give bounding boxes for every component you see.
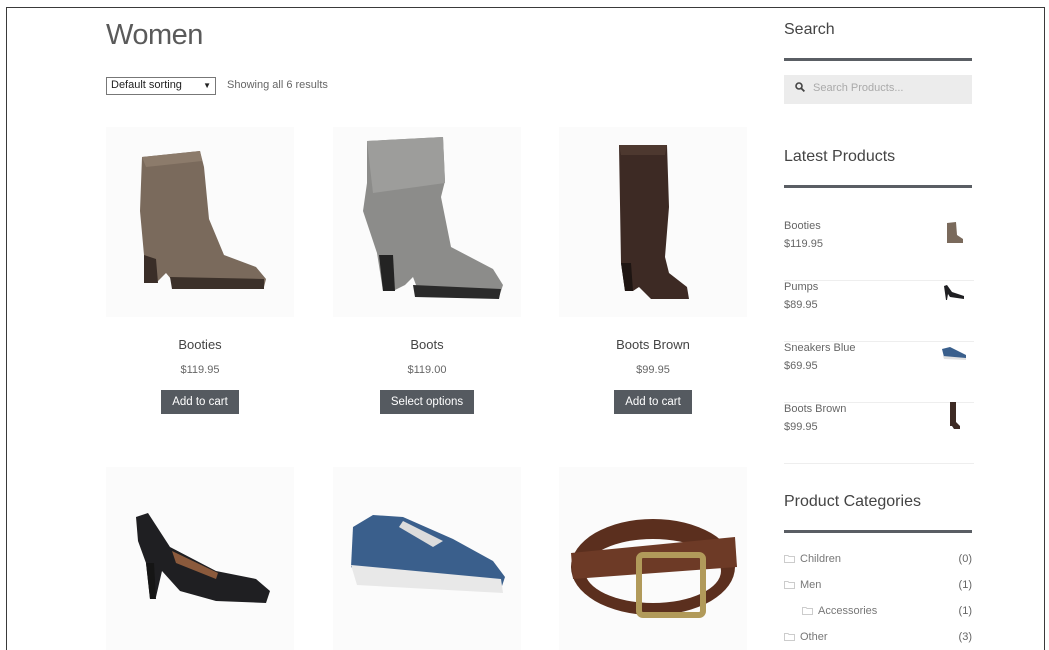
category-count: (1)	[958, 605, 972, 617]
latest-product-name[interactable]: Sneakers Blue	[784, 342, 856, 354]
sorting-select-value: Default sorting	[111, 79, 182, 91]
category-item-accessories[interactable]: Accessories (1)	[784, 605, 974, 623]
product-name[interactable]: Booties	[106, 337, 294, 352]
search-icon	[795, 82, 805, 92]
dropdown-arrow-icon: ▼	[203, 81, 211, 90]
latest-product-item[interactable]: Sneakers Blue $69.95	[784, 342, 974, 403]
search-input[interactable]: Search Products...	[784, 75, 972, 104]
latest-product-item[interactable]: Boots Brown $99.95	[784, 402, 974, 464]
product-card-booties: Booties $119.95 Add to cart	[106, 127, 294, 414]
sneaker-icon	[351, 515, 505, 593]
product-categories-title: Product Categories	[784, 493, 921, 510]
product-price: $99.95	[636, 364, 670, 376]
tall-boot-thumbnail-icon[interactable]	[938, 398, 968, 432]
product-card-boots-brown: Boots Brown $99.95 Add to cart	[559, 127, 747, 414]
select-options-button[interactable]: Select options	[379, 390, 475, 414]
category-count: (0)	[958, 553, 972, 565]
sneaker-thumbnail-icon[interactable]	[938, 337, 968, 371]
sorting-select[interactable]: Default sorting ▼	[106, 77, 216, 95]
product-price: $119.95	[180, 364, 220, 376]
belt-icon	[571, 519, 737, 618]
latest-products-rule	[784, 185, 972, 188]
category-item-men[interactable]: Men (1)	[784, 579, 974, 597]
category-count: (3)	[958, 631, 972, 643]
folder-icon	[784, 633, 795, 641]
latest-product-item[interactable]: Pumps $89.95	[784, 281, 974, 342]
category-name[interactable]: Men	[800, 579, 821, 591]
category-item-other[interactable]: Other (3)	[784, 631, 974, 649]
category-count: (1)	[958, 579, 972, 591]
product-image-pumps[interactable]	[106, 467, 294, 650]
folder-icon	[784, 555, 795, 563]
latest-product-price: $89.95	[784, 299, 818, 311]
product-price: $119.00	[407, 364, 447, 376]
category-name[interactable]: Children	[800, 553, 841, 565]
product-name[interactable]: Boots Brown	[559, 337, 747, 352]
category-name[interactable]: Other	[800, 631, 828, 643]
folder-icon	[802, 607, 813, 615]
search-widget-title: Search	[784, 21, 835, 38]
search-widget-rule	[784, 58, 972, 61]
add-to-cart-button[interactable]: Add to cart	[161, 390, 239, 414]
bootie-thumbnail-icon[interactable]	[938, 215, 968, 249]
product-image-boots[interactable]	[333, 127, 521, 317]
product-card-belt	[559, 467, 747, 650]
product-card-pumps	[106, 467, 294, 650]
latest-product-name[interactable]: Pumps	[784, 281, 818, 293]
page-title: Women	[106, 19, 203, 51]
category-item-children[interactable]: Children (0)	[784, 553, 974, 571]
ankle-bootie-icon	[140, 151, 266, 289]
product-image-sneakers[interactable]	[333, 467, 521, 650]
folder-icon	[784, 581, 795, 589]
search-placeholder: Search Products...	[813, 82, 904, 94]
ankle-boot-icon	[363, 137, 503, 299]
latest-products-title: Latest Products	[784, 148, 896, 165]
product-name[interactable]: Boots	[333, 337, 521, 352]
result-count: Showing all 6 results	[227, 79, 328, 91]
product-categories-rule	[784, 530, 972, 533]
category-name[interactable]: Accessories	[818, 605, 877, 617]
pump-thumbnail-icon[interactable]	[938, 276, 968, 310]
product-card-boots: Boots $119.00 Select options	[333, 127, 521, 414]
latest-product-name[interactable]: Boots Brown	[784, 403, 846, 415]
page-frame: Women Default sorting ▼ Showing all 6 re…	[6, 7, 1045, 650]
add-to-cart-button[interactable]: Add to cart	[614, 390, 692, 414]
product-card-sneakers	[333, 467, 521, 650]
latest-product-price: $69.95	[784, 360, 818, 372]
pump-shoe-icon	[136, 513, 270, 603]
product-image-belt[interactable]	[559, 467, 747, 650]
latest-product-price: $119.95	[784, 238, 823, 250]
latest-product-name[interactable]: Booties	[784, 220, 821, 232]
latest-product-price: $99.95	[784, 421, 818, 433]
latest-product-item[interactable]: Booties $119.95	[784, 220, 974, 281]
product-image-boots-brown[interactable]	[559, 127, 747, 317]
tall-boot-icon	[619, 145, 689, 299]
product-image-booties[interactable]	[106, 127, 294, 317]
